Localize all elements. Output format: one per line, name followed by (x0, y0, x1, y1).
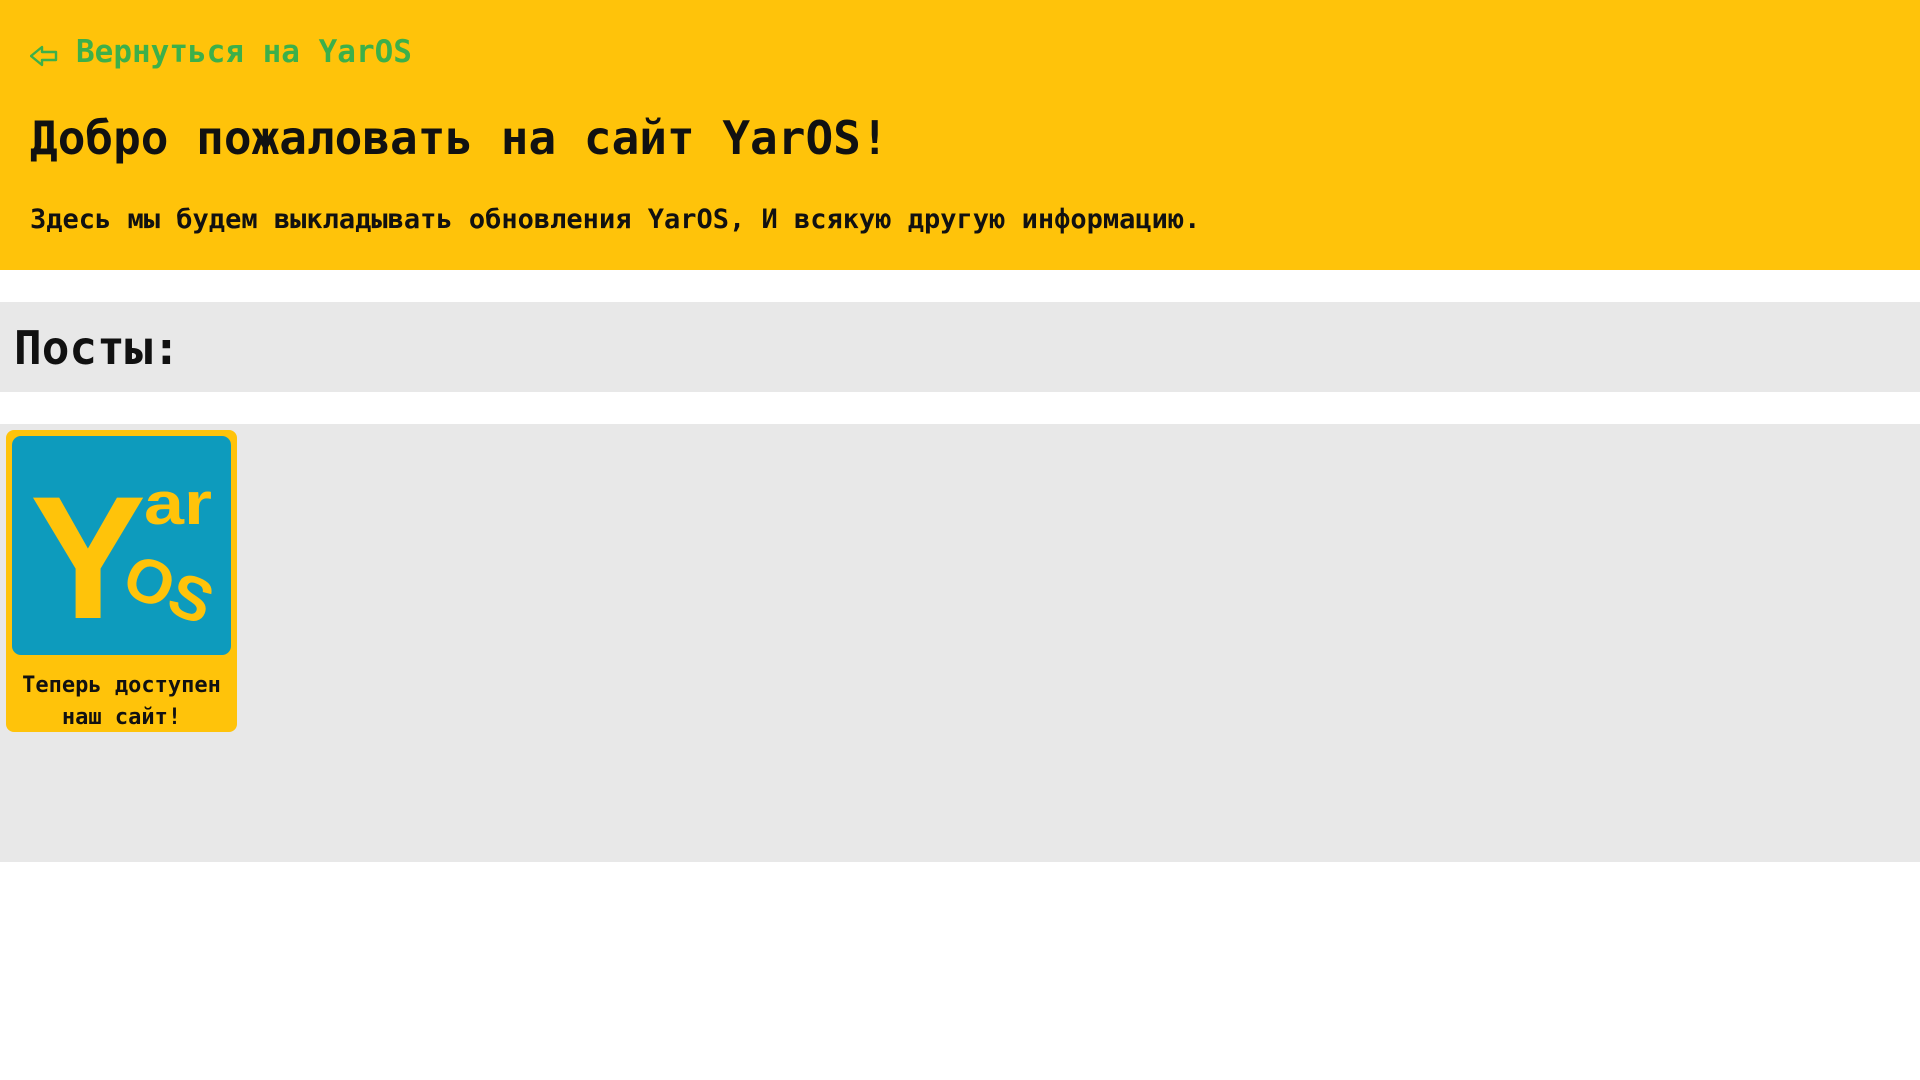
posts-list: Y ar OS Теперь доступен наш сайт! (0, 424, 1920, 862)
post-card[interactable]: Y ar OS Теперь доступен наш сайт! (6, 430, 237, 732)
back-link-label: Вернуться на YarOS (76, 34, 412, 70)
left-arrow-icon (29, 40, 58, 67)
post-caption: Теперь доступен наш сайт! (22, 673, 221, 730)
yaros-logo: Y ar OS (30, 461, 223, 655)
posts-section-header: Посты: (0, 302, 1920, 392)
posts-heading: Посты: (14, 321, 181, 375)
post-thumbnail: Y ar OS (12, 436, 231, 655)
page-title: Добро пожаловать на сайт YarOS! (30, 111, 889, 165)
page-subtitle: Здесь мы будем выкладывать обновления Ya… (30, 204, 1201, 235)
yaros-logo-letter-ar: ar (144, 470, 212, 537)
back-to-yaros-link[interactable]: Вернуться на YarOS (29, 32, 412, 72)
site-header: Вернуться на YarOS Добро пожаловать на с… (0, 0, 1920, 270)
yaros-logo-letter-y: Y (30, 461, 146, 655)
